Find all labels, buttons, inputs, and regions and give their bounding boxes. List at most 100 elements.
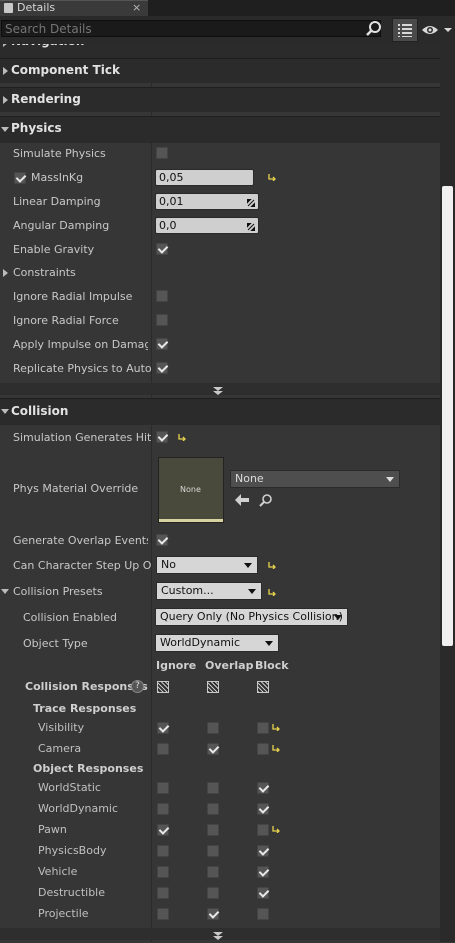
column-header-ignore: Ignore: [156, 659, 197, 672]
angular-damping-value: 0,0: [159, 219, 177, 232]
collision-enabled-dropdown[interactable]: Query Only (No Physics Collision): [155, 608, 348, 626]
collapse-icon[interactable]: [1, 589, 9, 594]
checkbox-simulate-physics[interactable]: [156, 147, 168, 159]
response-label: WorldDynamic: [38, 802, 119, 815]
checkbox-block[interactable]: [257, 824, 269, 836]
checkbox-overlap[interactable]: [207, 743, 219, 755]
scrollbar-thumb[interactable]: [442, 186, 453, 646]
checkbox-overlap[interactable]: [207, 887, 219, 899]
material-dropdown[interactable]: None: [230, 470, 400, 488]
set-all-overlap-icon[interactable]: [207, 681, 219, 693]
checkbox-ignore[interactable]: [157, 845, 169, 857]
category-rendering[interactable]: Rendering: [0, 87, 455, 112]
checkbox-generate-overlap[interactable]: [156, 534, 168, 546]
checkbox-ignore[interactable]: [157, 782, 169, 794]
checkbox-block[interactable]: [257, 782, 269, 794]
linear-damping-field[interactable]: 0,01: [155, 193, 259, 210]
checkbox-block[interactable]: [257, 887, 269, 899]
label-collision-responses: Collision Responses: [25, 680, 148, 693]
object-type-value: WorldDynamic: [160, 636, 241, 649]
checkbox-ignore[interactable]: [157, 722, 169, 734]
reset-icon[interactable]: [268, 588, 276, 596]
checkbox-overlap[interactable]: [207, 803, 219, 815]
advanced-expander[interactable]: [0, 928, 455, 940]
mass-field[interactable]: 0,05: [155, 169, 254, 186]
step-up-dropdown[interactable]: No: [156, 556, 258, 574]
material-thumbnail[interactable]: None: [158, 457, 224, 523]
checkbox-replicate-physics[interactable]: [156, 362, 168, 374]
checkbox-block[interactable]: [257, 845, 269, 857]
category-label: Component Tick: [11, 63, 120, 77]
response-label: WorldStatic: [38, 781, 101, 794]
checkbox-overlap[interactable]: [207, 722, 219, 734]
tab-label: Details: [17, 1, 56, 14]
category-collision[interactable]: Collision: [0, 398, 455, 425]
checkbox-ignore[interactable]: [157, 824, 169, 836]
drag-handle-icon[interactable]: [246, 221, 256, 232]
reset-icon[interactable]: [268, 173, 276, 181]
checkbox-block[interactable]: [257, 722, 269, 734]
checkbox-block[interactable]: [257, 908, 269, 920]
checkbox-overlap[interactable]: [207, 782, 219, 794]
reset-icon[interactable]: [272, 723, 280, 731]
checkbox-overlap[interactable]: [207, 908, 219, 920]
presets-dropdown[interactable]: Custom...: [156, 582, 262, 600]
set-all-block-icon[interactable]: [257, 681, 269, 693]
reset-icon[interactable]: [272, 825, 280, 833]
presets-value: Custom...: [161, 584, 214, 597]
checkbox-overlap[interactable]: [207, 866, 219, 878]
checkbox-overlap[interactable]: [207, 845, 219, 857]
label-object-responses: Object Responses: [33, 762, 144, 775]
response-label: Pawn: [38, 823, 67, 836]
checkbox-ignore-radial-force[interactable]: [156, 314, 168, 326]
label-can-step-up: Can Character Step Up On: [13, 559, 151, 572]
category-physics[interactable]: Physics: [0, 116, 455, 143]
expand-icon: [3, 67, 8, 75]
close-icon[interactable]: ×: [132, 1, 141, 14]
label-trace-responses: Trace Responses: [33, 702, 137, 715]
checkbox-block[interactable]: [257, 743, 269, 755]
eye-icon[interactable]: [420, 22, 454, 38]
reset-icon[interactable]: [268, 561, 276, 569]
linear-damping-value: 0,01: [159, 195, 184, 208]
checkbox-ignore[interactable]: [157, 866, 169, 878]
checkbox-apply-impulse[interactable]: [156, 338, 168, 350]
column-divider[interactable]: [151, 44, 152, 942]
label-ignore-radial-impulse: Ignore Radial Impulse: [13, 290, 133, 303]
label-mass: MassInKg: [31, 171, 84, 184]
checkbox-enable-gravity[interactable]: [156, 243, 168, 255]
collapse-icon: [1, 409, 9, 414]
checkbox-ignore[interactable]: [157, 887, 169, 899]
use-selected-arrow-icon[interactable]: [235, 494, 249, 509]
search-icon[interactable]: [366, 21, 382, 40]
help-icon[interactable]: ?: [131, 680, 144, 693]
advanced-expander[interactable]: [0, 383, 455, 395]
reset-icon[interactable]: [178, 433, 186, 441]
mass-value: 0,05: [159, 171, 184, 184]
response-label: Camera: [38, 742, 82, 755]
checkbox-block[interactable]: [257, 803, 269, 815]
collapse-icon: [1, 127, 9, 132]
search-input[interactable]: [1, 20, 381, 37]
angular-damping-field[interactable]: 0,0: [155, 217, 259, 234]
checkbox-block[interactable]: [257, 866, 269, 878]
tab-details[interactable]: Details ×: [0, 0, 148, 17]
label-replicate-physics: Replicate Physics to Autonomous Proxy: [13, 362, 151, 375]
drag-handle-icon[interactable]: [246, 197, 256, 208]
set-all-ignore-icon[interactable]: [157, 681, 169, 693]
object-type-dropdown[interactable]: WorldDynamic: [155, 634, 279, 652]
label-angular-damping: Angular Damping: [13, 219, 110, 232]
reset-icon[interactable]: [272, 744, 280, 752]
category-label: Rendering: [11, 92, 81, 106]
checkbox-ignore[interactable]: [157, 803, 169, 815]
checkbox-sim-hit-events[interactable]: [156, 431, 168, 443]
checkbox-mass-override[interactable]: [14, 172, 26, 184]
category-component-tick[interactable]: Component Tick: [0, 58, 455, 83]
checkbox-overlap[interactable]: [207, 824, 219, 836]
expand-icon[interactable]: [3, 269, 8, 277]
view-options-button[interactable]: [392, 18, 418, 42]
browse-search-icon[interactable]: [259, 494, 273, 511]
checkbox-ignore[interactable]: [157, 743, 169, 755]
checkbox-ignore-radial-impulse[interactable]: [156, 290, 168, 302]
checkbox-ignore[interactable]: [157, 908, 169, 920]
